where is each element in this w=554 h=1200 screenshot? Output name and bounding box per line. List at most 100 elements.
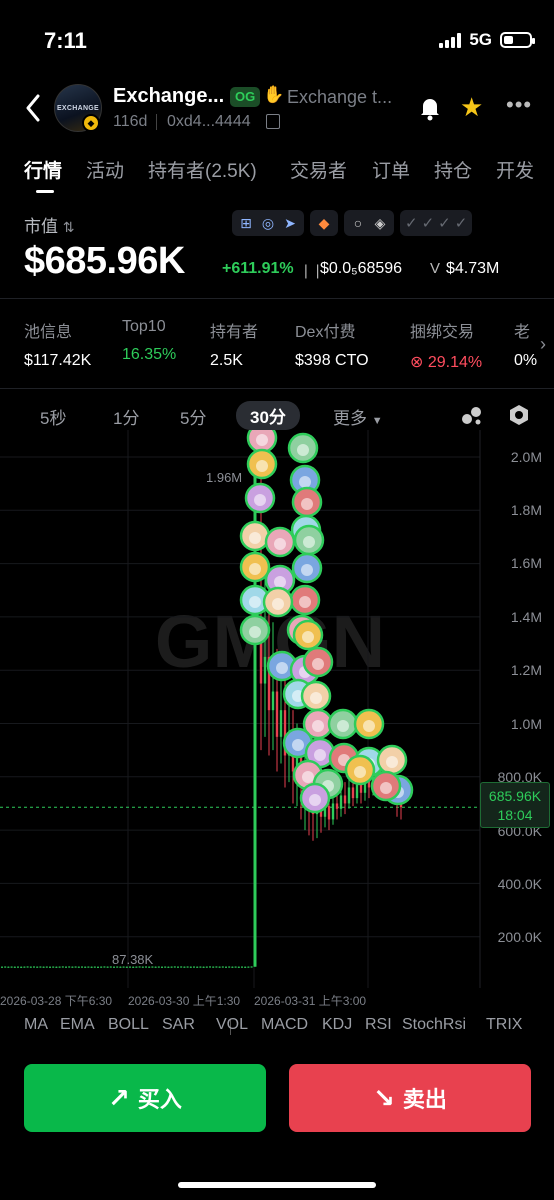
candle (247, 966, 250, 968)
tab-traders[interactable]: 交易者 (290, 156, 347, 183)
interval-5m[interactable]: 5分 (180, 404, 206, 429)
trader-avatar (246, 448, 278, 480)
token-name[interactable]: Exchange... (113, 85, 224, 108)
trader-avatar (239, 551, 271, 583)
bubble-map-icon[interactable] (460, 406, 484, 426)
high-label: 1.96M (206, 470, 242, 485)
interval-more[interactable]: 更多 ▼ (333, 404, 383, 429)
indicator-sar[interactable]: SAR (162, 1016, 195, 1034)
bsc-icon[interactable]: ◈ (371, 214, 389, 232)
interval-1m[interactable]: 1分 (113, 404, 139, 429)
candle (339, 795, 343, 809)
token-age: 116d (113, 113, 148, 130)
indicator-ema[interactable]: EMA (60, 1016, 95, 1034)
search-icon-group: ○ ◈ (344, 210, 394, 236)
stat-dex-paid[interactable]: Dex付费 $398 CTO (295, 318, 369, 370)
candle (81, 966, 83, 968)
interval-more-label: 更多 (333, 409, 367, 428)
candle (215, 966, 218, 968)
tab-bar: 行情 活动 持有者(2.5K) 交易者 订单 持仓 开发 (0, 152, 554, 196)
candle (205, 966, 208, 968)
indicator-rsi[interactable]: RSI (365, 1016, 392, 1034)
tab-orders[interactable]: 订单 (372, 156, 410, 183)
active-tab-indicator (36, 190, 54, 193)
check-icon: ✓ (454, 215, 468, 232)
settings-icon[interactable] (508, 404, 530, 426)
indicator-ma[interactable]: MA (24, 1016, 48, 1034)
copy-icon[interactable] (266, 114, 280, 129)
stat-value: 16.35% (122, 346, 177, 363)
indicator-trix[interactable]: TRIX (486, 1016, 522, 1034)
indicator-macd[interactable]: MACD (261, 1016, 308, 1034)
chevron-right-icon[interactable]: › (540, 334, 546, 355)
check-icon: ✓ (421, 215, 435, 232)
stat-holders[interactable]: 持有者 2.5K (210, 318, 258, 370)
tab-positions[interactable]: 持仓 (434, 156, 472, 183)
interval-30m[interactable]: 30分 (236, 401, 300, 430)
candle (241, 966, 243, 968)
y-axis-label: 1.2M (510, 662, 542, 678)
divider (156, 114, 157, 130)
candle (359, 784, 363, 793)
stat-label: 池信息 (24, 324, 73, 341)
candle (100, 966, 103, 968)
candle (65, 966, 67, 968)
candle (17, 966, 19, 968)
candle (250, 966, 253, 968)
apps-icon[interactable]: ⊞ (237, 214, 255, 232)
y-axis-label: 2.0M (510, 449, 542, 465)
stat-bundle[interactable]: 捆绑交易 ⊗ 29.14% (410, 318, 482, 372)
more-options-icon[interactable]: ••• (506, 92, 532, 118)
tab-holders[interactable]: 持有者(2.5K) (148, 156, 257, 183)
indicator-kdj[interactable]: KDJ (322, 1016, 352, 1034)
fox-icon[interactable]: ◆ (315, 214, 333, 232)
telegram-icon[interactable]: ➤ (281, 214, 299, 232)
current-price-tag: 685.96K 18:04 (480, 782, 550, 828)
trader-avatar (264, 526, 296, 558)
stat-pool[interactable]: 池信息 $117.42K (24, 318, 91, 370)
indicator-stochrsi[interactable]: StochRsi (402, 1016, 466, 1034)
interval-5s[interactable]: 5秒 (40, 404, 66, 429)
candle (225, 966, 227, 968)
status-time: 7:11 (44, 28, 87, 53)
tab-activity[interactable]: 活动 (86, 156, 124, 183)
candle (186, 966, 189, 968)
globe-icon[interactable]: ◎ (259, 214, 277, 232)
candle (193, 966, 195, 968)
stats-row: 池信息 $117.42K Top10 16.35% 持有者 2.5K Dex付费… (0, 318, 554, 374)
candle (335, 803, 339, 809)
back-button[interactable] (18, 90, 48, 126)
tab-market[interactable]: 行情 (24, 156, 62, 183)
low-label: 87.38K (112, 952, 154, 967)
sell-button[interactable]: ↘ 卖出 (289, 1064, 531, 1132)
bell-icon[interactable] (416, 94, 444, 122)
stat-value: 0% (514, 352, 538, 369)
candle (42, 966, 45, 968)
candle (180, 966, 183, 968)
trader-avatar (246, 430, 278, 454)
tab-developer[interactable]: 开发 (496, 156, 534, 183)
candle (33, 966, 35, 968)
contract-address[interactable]: 0xd4...4444 (167, 113, 251, 131)
stat-old[interactable]: 老 0% (514, 318, 538, 370)
token-description[interactable]: Exchange t... (287, 87, 392, 108)
candle (161, 966, 163, 968)
indicator-vol[interactable]: VOL (216, 1016, 248, 1034)
check-icon-group: ✓ ✓ ✓ ✓ (400, 210, 473, 236)
stat-top10[interactable]: Top10 16.35% (122, 318, 176, 364)
trader-avatar (370, 770, 402, 802)
brand-icon-group: ◆ (310, 210, 338, 236)
check-icon: ✓ (405, 215, 418, 232)
sell-label: 卖出 (402, 1087, 447, 1112)
buy-button[interactable]: ↗ 买入 (24, 1064, 266, 1132)
volume-prefix: V (430, 260, 441, 277)
indicator-boll[interactable]: BOLL (108, 1016, 149, 1034)
token-header: EXCHANGE ◆ Exchange... OG ✋ Exchange t..… (0, 80, 554, 140)
status-indicators: 5G (439, 30, 535, 50)
favorite-star-icon[interactable]: ★ (460, 92, 483, 123)
search-icon[interactable]: ○ (349, 214, 367, 232)
price-chart[interactable]: GMGN 1.96M 87.38K 2.0M 1.8M 1.6M 1.4M 1.… (0, 430, 554, 988)
status-bar: 7:11 5G (0, 0, 554, 80)
candle (26, 966, 29, 968)
candlestick-chart[interactable]: GMGN 1.96M 87.38K (0, 430, 554, 988)
